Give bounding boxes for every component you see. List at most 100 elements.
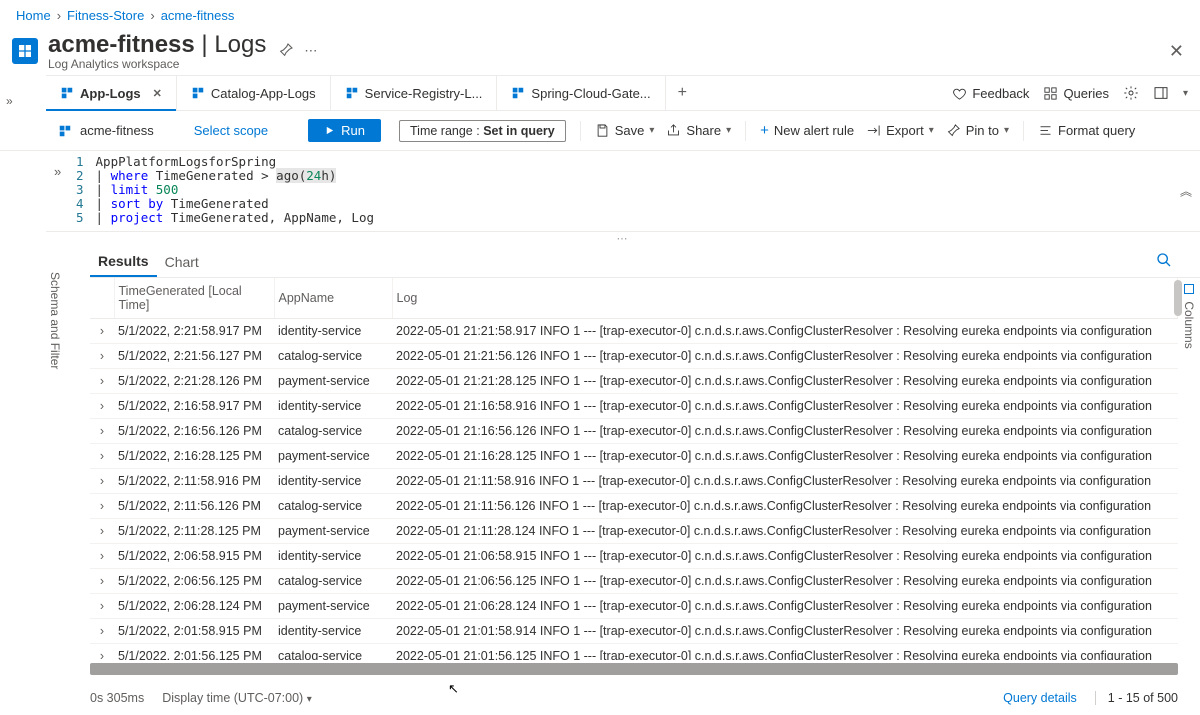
cell-time: 5/1/2022, 2:06:28.124 PM [114, 594, 274, 619]
result-tabs: Results Chart [90, 246, 1200, 278]
cell-log: 2022-05-01 21:21:28.125 INFO 1 --- [trap… [392, 369, 1178, 394]
table-row[interactable]: ›5/1/2022, 2:11:58.916 PMidentity-servic… [90, 469, 1178, 494]
expand-row-icon[interactable]: › [90, 469, 114, 494]
format-query-button[interactable]: Format query [1038, 123, 1135, 138]
breadcrumb: Home › Fitness-Store › acme-fitness [0, 0, 1200, 31]
search-results-icon[interactable] [1156, 252, 1172, 271]
share-button[interactable]: Share▾ [666, 123, 731, 138]
settings-icon[interactable] [1123, 85, 1139, 101]
horizontal-scrollbar[interactable] [90, 663, 1178, 675]
tab-icon [60, 86, 74, 100]
export-button[interactable]: Export▾ [866, 123, 934, 138]
tab-results[interactable]: Results [90, 246, 157, 277]
expand-row-icon[interactable]: › [90, 594, 114, 619]
more-icon[interactable]: ⋯ [304, 43, 317, 59]
pin-to-button[interactable]: Pin to▾ [946, 123, 1009, 138]
panel-icon[interactable] [1153, 85, 1169, 101]
col-log[interactable]: Log [392, 278, 1178, 319]
time-range-selector[interactable]: Time range : Set in query [399, 120, 566, 142]
table-row[interactable]: ›5/1/2022, 2:16:28.125 PMpayment-service… [90, 444, 1178, 469]
expand-row-icon[interactable]: › [90, 369, 114, 394]
col-expand [90, 278, 114, 319]
new-alert-button[interactable]: + New alert rule [760, 122, 854, 139]
cell-appname: catalog-service [274, 494, 392, 519]
table-row[interactable]: ›5/1/2022, 2:06:58.915 PMidentity-servic… [90, 544, 1178, 569]
splitter-handle[interactable]: ⋯ [46, 232, 1200, 246]
results-table: TimeGenerated [Local Time] AppName Log ›… [90, 278, 1178, 660]
tab-label: Spring-Cloud-Gate... [531, 86, 650, 101]
expand-row-icon[interactable]: › [90, 444, 114, 469]
col-appname[interactable]: AppName [274, 278, 392, 319]
run-button[interactable]: Run [308, 119, 381, 142]
cell-appname: catalog-service [274, 644, 392, 661]
table-row[interactable]: ›5/1/2022, 2:16:58.917 PMidentity-servic… [90, 394, 1178, 419]
table-row[interactable]: ›5/1/2022, 2:01:56.125 PMcatalog-service… [90, 644, 1178, 661]
expand-row-icon[interactable]: › [90, 569, 114, 594]
workspace-icon [12, 38, 38, 64]
cell-log: 2022-05-01 21:06:28.124 INFO 1 --- [trap… [392, 594, 1178, 619]
vertical-scrollbar[interactable] [1174, 280, 1182, 316]
title-main: acme-fitness [48, 31, 195, 58]
add-tab-button[interactable]: + [666, 76, 699, 110]
page-subtitle: Log Analytics workspace [48, 57, 266, 71]
expand-row-icon[interactable]: › [90, 394, 114, 419]
tab-label: App-Logs [80, 86, 141, 101]
cell-log: 2022-05-01 21:21:58.917 INFO 1 --- [trap… [392, 319, 1178, 344]
query-tab[interactable]: Catalog-App-Logs [177, 76, 331, 110]
feedback-label: Feedback [972, 86, 1029, 101]
expand-row-icon[interactable]: › [90, 344, 114, 369]
table-row[interactable]: ›5/1/2022, 2:11:56.126 PMcatalog-service… [90, 494, 1178, 519]
table-row[interactable]: ›5/1/2022, 2:21:56.127 PMcatalog-service… [90, 344, 1178, 369]
cell-log: 2022-05-01 21:06:58.915 INFO 1 --- [trap… [392, 544, 1178, 569]
close-icon[interactable]: ✕ [1169, 41, 1184, 62]
cell-log: 2022-05-01 21:11:58.916 INFO 1 --- [trap… [392, 469, 1178, 494]
expand-row-icon[interactable]: › [90, 544, 114, 569]
schema-filter-rail[interactable]: Schema and Filter [48, 272, 62, 369]
query-tab[interactable]: App-Logs ✕ [46, 76, 177, 110]
table-row[interactable]: ›5/1/2022, 2:06:56.125 PMcatalog-service… [90, 569, 1178, 594]
cell-time: 5/1/2022, 2:21:56.127 PM [114, 344, 274, 369]
cell-appname: payment-service [274, 519, 392, 544]
expand-row-icon[interactable]: › [90, 619, 114, 644]
expand-row-icon[interactable]: › [90, 319, 114, 344]
results-footer: 0s 305ms Display time (UTC-07:00) ▾ Quer… [90, 691, 1178, 705]
table-row[interactable]: ›5/1/2022, 2:01:58.915 PMidentity-servic… [90, 619, 1178, 644]
queries-button[interactable]: Queries [1043, 86, 1109, 101]
expand-row-icon[interactable]: › [90, 644, 114, 661]
table-row[interactable]: ›5/1/2022, 2:21:58.917 PMidentity-servic… [90, 319, 1178, 344]
table-row[interactable]: ›5/1/2022, 2:06:28.124 PMpayment-service… [90, 594, 1178, 619]
page-header: acme-fitness | Logs Log Analytics worksp… [0, 31, 1200, 75]
cell-time: 5/1/2022, 2:11:56.126 PM [114, 494, 274, 519]
feedback-button[interactable]: Feedback [952, 86, 1029, 101]
query-details-link[interactable]: Query details [1003, 691, 1077, 705]
query-tab[interactable]: Spring-Cloud-Gate... [497, 76, 665, 110]
columns-rail[interactable]: Columns [1182, 284, 1196, 349]
save-button[interactable]: Save▾ [595, 123, 655, 138]
table-row[interactable]: ›5/1/2022, 2:21:28.126 PMpayment-service… [90, 369, 1178, 394]
select-scope-link[interactable]: Select scope [194, 123, 268, 138]
table-row[interactable]: ›5/1/2022, 2:11:28.125 PMpayment-service… [90, 519, 1178, 544]
chevron-down-icon[interactable]: ▾ [1183, 88, 1188, 99]
expand-left-icon[interactable]: » [6, 94, 13, 108]
breadcrumb-store[interactable]: Fitness-Store [67, 8, 144, 23]
query-tab[interactable]: Service-Registry-L... [331, 76, 498, 110]
close-tab-icon[interactable]: ✕ [153, 87, 162, 100]
expand-row-icon[interactable]: › [90, 419, 114, 444]
table-row[interactable]: ›5/1/2022, 2:16:56.126 PMcatalog-service… [90, 419, 1178, 444]
col-time[interactable]: TimeGenerated [Local Time] [114, 278, 274, 319]
columns-icon [1184, 284, 1194, 294]
expand-row-icon[interactable]: › [90, 494, 114, 519]
breadcrumb-current[interactable]: acme-fitness [161, 8, 235, 23]
scope-selector[interactable]: acme-fitness [58, 123, 154, 138]
pin-icon[interactable] [278, 42, 294, 61]
tab-chart[interactable]: Chart [157, 246, 207, 277]
breadcrumb-home[interactable]: Home [16, 8, 51, 23]
cell-appname: catalog-service [274, 419, 392, 444]
collapse-editor-icon[interactable]: ︽ [1180, 183, 1192, 200]
display-time-selector[interactable]: Display time (UTC-07:00) ▾ [162, 691, 312, 705]
cell-time: 5/1/2022, 2:16:28.125 PM [114, 444, 274, 469]
pin-to-label: Pin to [966, 123, 999, 138]
expand-row-icon[interactable]: › [90, 519, 114, 544]
cell-appname: identity-service [274, 544, 392, 569]
query-editor[interactable]: 12345 AppPlatformLogsforSpring| where Ti… [46, 151, 1200, 232]
